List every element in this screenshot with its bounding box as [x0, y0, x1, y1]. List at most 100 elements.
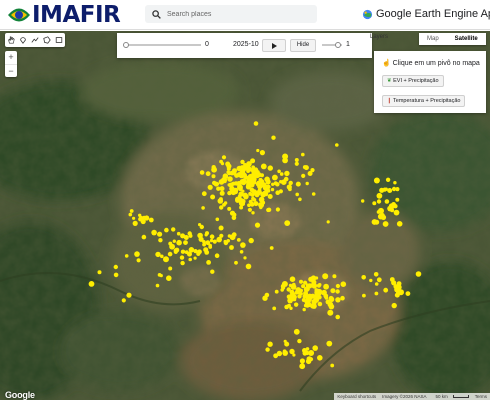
pivot-point[interactable]: [301, 284, 306, 289]
pivot-point[interactable]: [140, 218, 146, 225]
pivot-point[interactable]: [193, 249, 198, 254]
pivot-point[interactable]: [299, 358, 305, 364]
pivot-point[interactable]: [376, 277, 382, 283]
pivot-point[interactable]: [294, 158, 299, 162]
pivot-point[interactable]: [184, 250, 189, 255]
pivot-point[interactable]: [304, 302, 311, 308]
zoom-in-button[interactable]: +: [5, 51, 17, 64]
pivot-point[interactable]: [279, 180, 283, 184]
pivot-point[interactable]: [377, 213, 384, 220]
evi-precipitation-button[interactable]: ❦ EVI + Precipitação: [382, 75, 444, 87]
pivot-point[interactable]: [210, 194, 216, 200]
pivot-point[interactable]: [267, 341, 273, 347]
pivot-point[interactable]: [263, 191, 269, 197]
pivot-point[interactable]: [289, 306, 293, 310]
pivot-point[interactable]: [301, 173, 306, 178]
pivot-point[interactable]: [264, 187, 269, 192]
pivot-point[interactable]: [267, 194, 273, 199]
layers-label[interactable]: Layers: [370, 34, 388, 40]
pivot-point[interactable]: [273, 353, 278, 359]
pivot-point[interactable]: [201, 206, 205, 210]
pivot-point[interactable]: [179, 255, 185, 260]
pivot-point[interactable]: [176, 231, 181, 236]
pivot-point[interactable]: [240, 242, 246, 248]
pivot-point[interactable]: [373, 177, 380, 184]
pivot-point[interactable]: [362, 293, 366, 298]
pivot-point[interactable]: [223, 201, 228, 205]
pivot-point[interactable]: [289, 276, 296, 282]
pivot-point[interactable]: [151, 229, 157, 236]
pivot-point[interactable]: [253, 180, 257, 185]
pivot-point[interactable]: [218, 225, 224, 231]
pivot-point[interactable]: [302, 307, 306, 312]
pivot-point[interactable]: [198, 223, 202, 227]
pivot-point[interactable]: [193, 256, 197, 260]
pivot-point[interactable]: [253, 121, 259, 126]
pivot-point[interactable]: [245, 263, 252, 270]
pivot-point[interactable]: [243, 256, 247, 260]
pivot-point[interactable]: [262, 295, 268, 301]
pivot-point[interactable]: [155, 283, 160, 288]
pivot-point[interactable]: [317, 301, 323, 307]
pivot-point[interactable]: [288, 180, 293, 186]
pivot-point[interactable]: [275, 190, 281, 195]
pivot-point[interactable]: [277, 169, 281, 174]
pivot-point[interactable]: [231, 215, 237, 221]
pivot-point[interactable]: [322, 273, 329, 280]
pivot-point[interactable]: [227, 206, 232, 211]
pivot-point[interactable]: [310, 168, 315, 173]
line-icon[interactable]: [29, 33, 41, 47]
pivot-point[interactable]: [197, 249, 202, 255]
pivot-point[interactable]: [284, 220, 291, 227]
pivot-point[interactable]: [141, 234, 147, 240]
pivot-point[interactable]: [393, 209, 400, 216]
pivot-point[interactable]: [233, 181, 239, 186]
pivot-point[interactable]: [282, 350, 289, 356]
pivot-point[interactable]: [269, 246, 274, 250]
pivot-point[interactable]: [221, 155, 227, 160]
pivot-point[interactable]: [335, 314, 341, 320]
pivot-point[interactable]: [240, 168, 246, 173]
pivot-point[interactable]: [301, 298, 306, 302]
pivot-point[interactable]: [255, 173, 260, 179]
pivot-point[interactable]: [312, 345, 319, 351]
pivot-point[interactable]: [317, 295, 322, 300]
pivot-point[interactable]: [171, 227, 176, 232]
pivot-point[interactable]: [248, 200, 253, 204]
pivot-point[interactable]: [314, 288, 318, 292]
pivot-point[interactable]: [168, 266, 173, 271]
pivot-point[interactable]: [299, 292, 303, 296]
pivot-point[interactable]: [134, 251, 140, 257]
pivot-point[interactable]: [369, 278, 373, 283]
pivot-point[interactable]: [272, 174, 278, 181]
temperature-precipitation-button[interactable]: ❙ Temperatura + Precipitação: [382, 95, 466, 107]
pivot-point[interactable]: [176, 239, 182, 246]
pivot-point[interactable]: [395, 291, 401, 296]
pivot-point[interactable]: [332, 274, 337, 279]
pivot-point[interactable]: [391, 186, 397, 192]
pivot-point[interactable]: [212, 239, 217, 244]
pivot-point[interactable]: [164, 227, 169, 233]
pivot-point[interactable]: [155, 251, 161, 258]
pivot-point[interactable]: [210, 269, 215, 274]
pivot-point[interactable]: [188, 257, 192, 262]
pivot-point[interactable]: [295, 192, 300, 197]
pivot-point[interactable]: [219, 190, 225, 196]
pivot-point[interactable]: [317, 355, 323, 361]
pivot-point[interactable]: [393, 204, 398, 209]
pivot-point[interactable]: [283, 176, 289, 182]
pivot-point[interactable]: [241, 180, 247, 186]
pivot-point[interactable]: [311, 192, 316, 196]
pivot-point[interactable]: [256, 148, 260, 153]
map-type-map[interactable]: Map: [419, 33, 447, 45]
pivot-point[interactable]: [172, 239, 176, 243]
pivot-point[interactable]: [205, 171, 211, 177]
pivot-point[interactable]: [298, 197, 302, 202]
search-box[interactable]: [145, 5, 317, 23]
pivot-point[interactable]: [244, 175, 249, 180]
pivot-point[interactable]: [379, 187, 385, 193]
pivot-point[interactable]: [215, 217, 220, 222]
pivot-point[interactable]: [229, 245, 234, 250]
pivot-point[interactable]: [198, 236, 204, 242]
pivot-point[interactable]: [273, 181, 278, 186]
